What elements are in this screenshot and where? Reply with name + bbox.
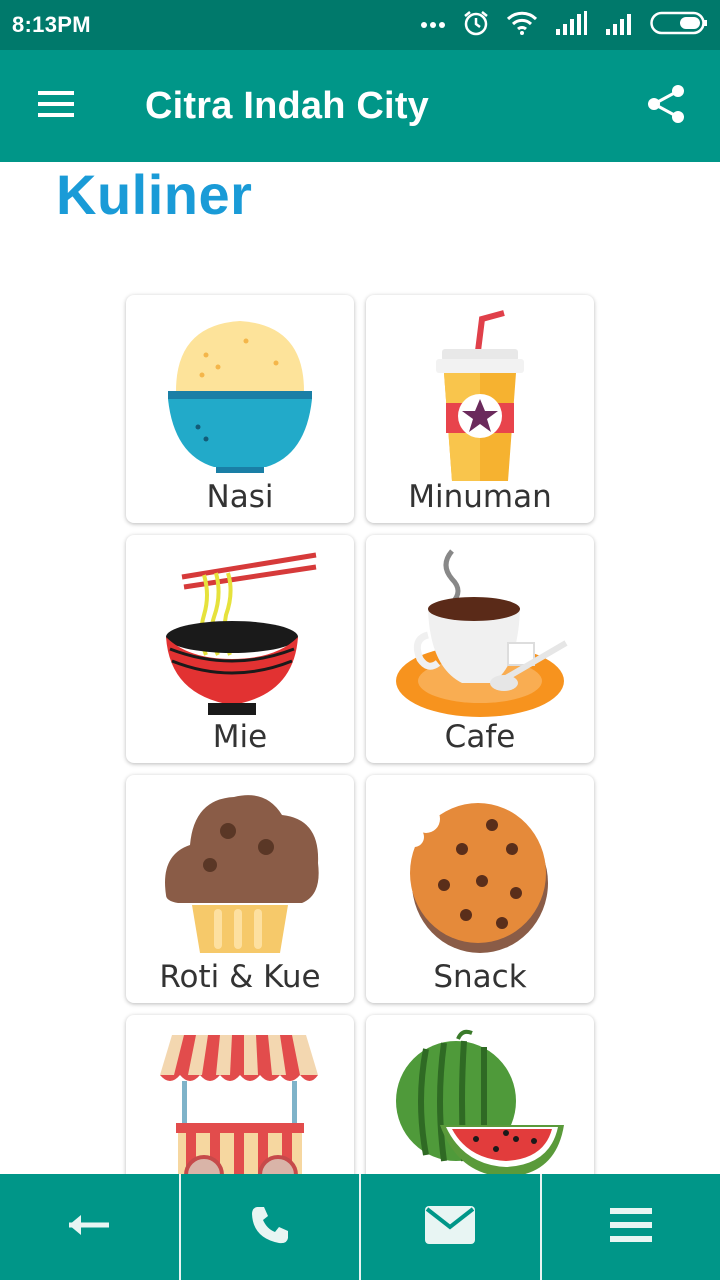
share-button[interactable] xyxy=(636,78,696,134)
hamburger-menu-button[interactable] xyxy=(24,78,88,134)
category-card-minuman[interactable]: Minuman xyxy=(366,295,594,523)
hamburger-icon xyxy=(36,89,76,124)
status-time: 8:13PM xyxy=(12,12,91,37)
screen: 8:13PM Citra Indah City Kuliner Nasi Min… xyxy=(0,0,720,1280)
category-label: Minuman xyxy=(408,479,552,515)
category-card-nasi[interactable]: Nasi xyxy=(126,295,354,523)
category-label: Snack xyxy=(433,959,527,995)
category-card-mie[interactable]: Mie xyxy=(126,535,354,763)
bottom-nav xyxy=(0,1174,720,1280)
signal-icon xyxy=(604,11,634,40)
category-label: Roti & Kue xyxy=(159,959,321,995)
battery-icon xyxy=(650,11,708,40)
app-bar: Citra Indah City xyxy=(0,50,720,162)
mail-button[interactable] xyxy=(359,1174,540,1280)
wifi-icon xyxy=(506,11,538,40)
back-arrow-icon xyxy=(65,1213,113,1242)
category-card-snack[interactable]: Snack xyxy=(366,775,594,1003)
category-card-cafe[interactable]: Cafe xyxy=(366,535,594,763)
app-title: Citra Indah City xyxy=(145,85,430,127)
menu-lines-icon xyxy=(609,1207,653,1248)
alarm-icon xyxy=(462,9,490,42)
category-label: Cafe xyxy=(444,719,516,755)
category-card-roti-kue[interactable]: Roti & Kue xyxy=(126,775,354,1003)
mail-icon xyxy=(424,1205,476,1250)
menu-button[interactable] xyxy=(539,1174,720,1280)
back-button[interactable] xyxy=(0,1174,179,1280)
signal-icon xyxy=(554,10,588,40)
page-title: Kuliner xyxy=(56,163,253,226)
status-bar: 8:13PM xyxy=(0,0,720,50)
category-label: Mie xyxy=(212,719,268,755)
category-label: Nasi xyxy=(206,479,274,515)
phone-icon xyxy=(249,1204,291,1251)
more-dots-icon xyxy=(420,16,446,34)
status-icons xyxy=(420,9,708,42)
share-icon xyxy=(646,83,686,130)
phone-button[interactable] xyxy=(178,1174,360,1280)
category-grid: Nasi Minuman Mie Cafe Roti & Kue Snack xyxy=(126,295,596,1243)
